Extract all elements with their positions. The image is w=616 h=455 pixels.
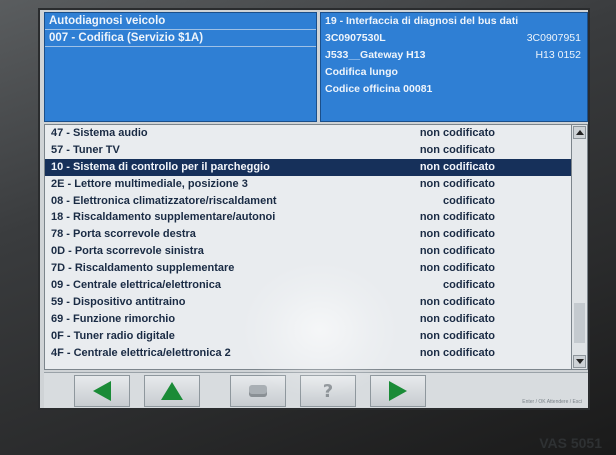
control-unit-name: 59 - Dispositivo antitraino bbox=[51, 295, 186, 308]
coding-status: non codificato bbox=[419, 211, 495, 224]
coding-status: non codificato bbox=[419, 262, 495, 275]
workshop-code-line: Codice officina 00081 bbox=[321, 81, 587, 98]
help-icon: ? bbox=[322, 380, 334, 402]
control-unit-title: 19 - Interfaccia di diagnosi del bus dat… bbox=[321, 13, 587, 30]
header-right-panel: 19 - Interfaccia di diagnosi del bus dat… bbox=[320, 12, 588, 122]
list-item[interactable]: 08 - Elettronica climatizzatore/riscalda… bbox=[45, 193, 571, 210]
coding-status: non codificato bbox=[419, 143, 495, 156]
coding-status: non codificato bbox=[419, 245, 495, 258]
scroll-down-button[interactable] bbox=[573, 355, 586, 368]
control-unit-name: 2E - Lettore multimediale, posizione 3 bbox=[51, 177, 248, 190]
control-unit-name: 69 - Funzione rimorchio bbox=[51, 312, 176, 325]
print-icon bbox=[249, 385, 267, 397]
up-button[interactable] bbox=[144, 375, 200, 407]
arrow-right-icon bbox=[389, 381, 407, 401]
list-item[interactable]: 09 - Centrale elettrica/elettronica codif… bbox=[45, 277, 571, 294]
control-unit-name: 08 - Elettronica climatizzatore/riscalda… bbox=[51, 194, 277, 207]
part-number-alt: 3C0907951 bbox=[526, 32, 581, 44]
control-unit-name: 0F - Tuner radio digitale bbox=[51, 329, 175, 342]
control-unit-name: 0D - Porta scorrevole sinistra bbox=[51, 245, 204, 258]
coding-type-line: Codifica lungo bbox=[321, 64, 587, 81]
part-number-line: 3C0907530L 3C0907951 bbox=[321, 30, 587, 47]
component-name: J533__Gateway H13 bbox=[325, 49, 426, 61]
chevron-down-icon bbox=[575, 359, 584, 364]
workshop-code: Codice officina 00081 bbox=[325, 83, 433, 95]
coding-type: Codifica lungo bbox=[325, 66, 398, 78]
component-line: J533__Gateway H13 H13 0152 bbox=[321, 47, 587, 64]
header-left-panel: Autodiagnosi veicolo 007 - Codifica (Ser… bbox=[44, 12, 317, 122]
control-unit-name: 4F - Centrale elettrica/elettronica 2 bbox=[51, 346, 231, 359]
back-button[interactable] bbox=[74, 375, 130, 407]
coding-status: non codificato bbox=[419, 329, 495, 342]
control-unit-name: 7D - Riscaldamento supplementare bbox=[51, 262, 235, 275]
coding-status: codificato bbox=[443, 194, 495, 207]
arrow-up-icon bbox=[161, 382, 183, 400]
list-item[interactable]: 59 - Dispositivo antitraino non codificat… bbox=[45, 294, 571, 311]
control-unit-name: 57 - Tuner TV bbox=[51, 143, 120, 156]
forward-button[interactable] bbox=[370, 375, 426, 407]
list-item[interactable]: 2E - Lettore multimediale, posizione 3 no… bbox=[45, 176, 571, 193]
scroll-up-button[interactable] bbox=[573, 126, 586, 139]
list-item[interactable]: 7D - Riscaldamento supplementare non codi… bbox=[45, 260, 571, 277]
coding-status: non codificato bbox=[419, 177, 495, 190]
control-unit-name: 10 - Sistema di controllo per il parcheg… bbox=[51, 160, 270, 173]
coding-status: non codificato bbox=[419, 312, 495, 325]
help-button[interactable]: ? bbox=[300, 375, 356, 407]
chevron-up-icon bbox=[575, 130, 584, 135]
arrow-left-icon bbox=[93, 381, 111, 401]
software-version: H13 0152 bbox=[535, 49, 581, 61]
control-unit-name: 78 - Porta scorrevole destra bbox=[51, 228, 196, 241]
list-item[interactable]: 69 - Funzione rimorchio non codificato bbox=[45, 311, 571, 328]
control-unit-name: 09 - Centrale elettrica/elettronica bbox=[51, 279, 221, 292]
list-item[interactable]: 10 - Sistema di controllo per il parcheg… bbox=[45, 158, 571, 176]
header-title: Autodiagnosi veicolo bbox=[45, 13, 316, 30]
part-number: 3C0907530L bbox=[325, 32, 386, 44]
control-unit-name: 18 - Riscaldamento supplementare/autonoi bbox=[51, 211, 276, 224]
list-item[interactable]: 4F - Centrale elettrica/elettronica 2 non… bbox=[45, 345, 571, 362]
scroll-thumb[interactable] bbox=[574, 303, 585, 343]
list-item[interactable]: 0F - Tuner radio digitale non codificato bbox=[45, 328, 571, 345]
list-item[interactable]: 18 - Riscaldamento supplementare/autonoi… bbox=[45, 209, 571, 226]
device-label: VAS 5051 bbox=[539, 435, 602, 451]
coding-status: non codificato bbox=[419, 295, 495, 308]
coding-status: non codificato bbox=[419, 160, 495, 173]
list-item[interactable]: 0D - Porta scorrevole sinistra non codifi… bbox=[45, 243, 571, 260]
coding-status: non codificato bbox=[419, 127, 495, 139]
diagnostic-screen: Autodiagnosi veicolo 007 - Codifica (Ser… bbox=[38, 8, 590, 410]
control-unit-name: 19 - Interfaccia di diagnosi del bus dat… bbox=[325, 15, 519, 27]
coding-status: non codificato bbox=[419, 228, 495, 241]
list-item[interactable]: 47 - Sistema audio non codificato bbox=[45, 125, 571, 142]
list-item[interactable]: 57 - Tuner TV non codificato bbox=[45, 142, 571, 159]
control-unit-name: 47 - Sistema audio bbox=[51, 127, 148, 139]
toolbar-status-text: Enter / OK Attendere / Esci bbox=[522, 399, 582, 405]
coding-status: codificato bbox=[443, 279, 495, 292]
control-unit-list: 47 - Sistema audio non codificato 57 - Tun… bbox=[44, 124, 572, 370]
header-function: 007 - Codifica (Servizio $1A) bbox=[45, 30, 316, 47]
coding-status: non codificato bbox=[419, 346, 495, 359]
list-item[interactable]: 78 - Porta scorrevole destra non codifica… bbox=[45, 226, 571, 243]
list-scrollbar[interactable] bbox=[572, 124, 588, 370]
bottom-toolbar: ? Enter / OK Attendere / Esci bbox=[44, 372, 588, 408]
print-button[interactable] bbox=[230, 375, 286, 407]
